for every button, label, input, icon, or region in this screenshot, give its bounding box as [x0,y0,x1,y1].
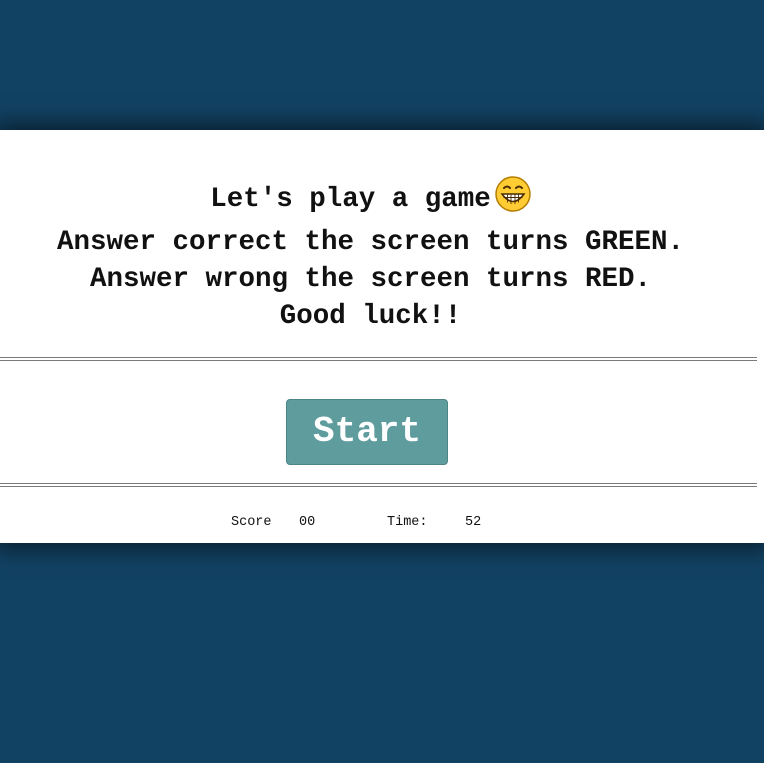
intro-line-3: Answer wrong the screen turns RED. [89,264,652,295]
grinning-face-emoji-icon [495,176,531,224]
status-bar: Score 00 Time: 52 [0,515,764,605]
game-instructions: Let's play a game Answer correct the scr… [0,176,741,335]
time-label: Time: [387,515,428,530]
intro-line-1: Let's play a game [0,176,741,224]
time-value: 52 [465,515,482,530]
score-label: Score [231,515,272,530]
start-button[interactable]: Start [286,399,448,465]
top-divider [0,357,757,361]
game-card: Let's play a game Answer correct the scr… [0,130,764,543]
score-value: 00 [299,515,316,530]
intro-title: Let's play a game [210,184,491,215]
intro-line-4: Good luck!! [279,301,462,332]
intro-line-2: Answer correct the screen turns GREEN. [56,227,685,258]
bottom-divider [0,483,757,487]
